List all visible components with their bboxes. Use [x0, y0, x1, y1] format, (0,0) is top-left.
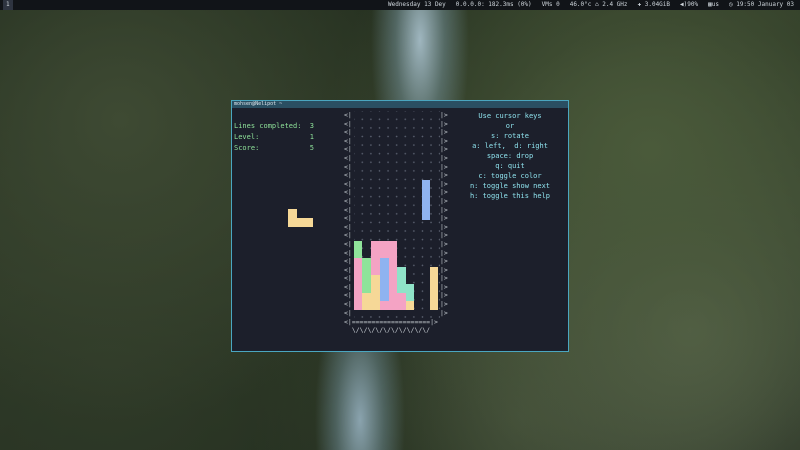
volume-text[interactable]: ◀)90%: [680, 0, 698, 10]
network-text: 0.0.0.0: 182.3ms (0%): [455, 1, 532, 8]
status-area: Wednesday 13 Dey 0.0.0.0: 182.3ms (0%) V…: [388, 0, 794, 10]
window-titlebar[interactable]: mohsen@Nelipot ~: [232, 101, 568, 108]
clock-text: ◷ 19:50 January 03: [728, 1, 794, 8]
board-right-wall: |> |> |> |> |> |> |> |> |> |> |> |> |> |…: [440, 111, 448, 317]
vms-text: VMs 0: [541, 1, 560, 8]
stat-score: Score: 5: [234, 144, 314, 152]
falling-piece: [422, 180, 430, 220]
date-text: Wednesday 13 Dey: [387, 1, 446, 8]
stat-lines: Lines completed: 3: [234, 122, 314, 130]
workspace-indicator[interactable]: 1: [3, 0, 13, 10]
keyboard-layout[interactable]: ▦us: [708, 0, 719, 10]
top-status-bar: 1 Wednesday 13 Dey 0.0.0.0: 182.3ms (0%)…: [0, 0, 800, 10]
board-floor: <|====================|> \/\/\/\/\/\/\/\…: [344, 318, 438, 334]
help-panel: Use cursor keys or s: rotate a: left, d: ri…: [469, 112, 551, 200]
stat-level: Level: 1: [234, 133, 314, 141]
terminal-window[interactable]: mohsen@Nelipot ~ Lines completed: 3 Level…: [231, 100, 569, 352]
cpu-text: 46.0°c ⌂ 2.4 GHz: [569, 1, 628, 8]
workspace-number[interactable]: 1: [3, 0, 13, 10]
memory-text: ✚ 3.04GiB: [637, 1, 671, 8]
game-board: <| <| <| <| <| <| <| <| <| <| <| <| <| <…: [344, 111, 450, 334]
game-stats: Lines completed: 3 Level: 1 Score: 5: [234, 121, 314, 154]
board-grid: [354, 111, 440, 318]
